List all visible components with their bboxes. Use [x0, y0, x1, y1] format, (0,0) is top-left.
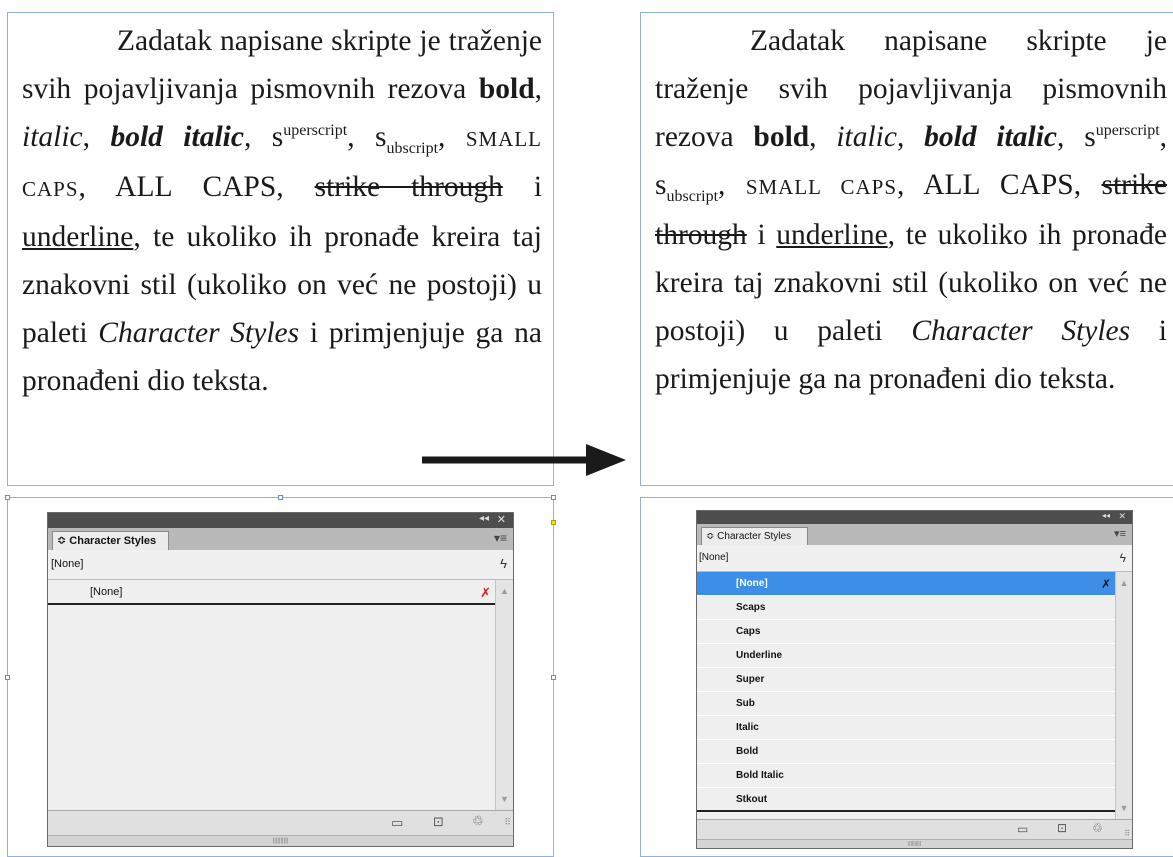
style-label: [None]: [736, 578, 768, 589]
palette-name-run: Character Styles: [911, 315, 1131, 347]
all-caps-run: ALL CAPS: [923, 169, 1074, 201]
tab-character-styles[interactable]: ≎ Character Styles: [52, 531, 169, 550]
panel-resize-bar[interactable]: ||||||||||: [48, 835, 513, 846]
current-style-label: [None]: [699, 552, 729, 563]
bold-run: bold: [478, 73, 535, 105]
clear-override-icon: ✗: [1100, 577, 1111, 591]
bold-italic-run: bold italic: [924, 121, 1058, 153]
style-label: Italic: [736, 722, 759, 733]
close-icon[interactable]: ✕: [1118, 511, 1126, 522]
close-icon[interactable]: ✕: [497, 513, 506, 526]
double-chevron-left-icon[interactable]: ◂◂: [479, 513, 489, 524]
lightning-bolt-icon[interactable]: ϟ: [1120, 545, 1126, 571]
frame-handle[interactable]: [278, 495, 283, 500]
folder-icon[interactable]: ▭: [391, 815, 403, 831]
panel-titlebar[interactable]: ◂◂ ✕: [697, 511, 1132, 524]
frame-handle[interactable]: [5, 675, 10, 680]
style-label: Stkout: [736, 794, 768, 805]
list-item[interactable]: [None] ✗: [48, 580, 495, 605]
style-label: Caps: [736, 626, 761, 637]
scroll-up-icon[interactable]: ▲: [496, 586, 513, 596]
frame-handle[interactable]: [551, 495, 556, 500]
lightning-bolt-icon[interactable]: ϟ: [500, 550, 507, 578]
style-label: Underline: [736, 650, 783, 661]
trash-icon[interactable]: ♲: [1092, 821, 1103, 835]
paragraph-after: Zadatak napisane skripte je traženje svi…: [655, 25, 1168, 395]
panel-bottom-bar: ▭ ⊡ ♲ ⠿: [697, 819, 1132, 840]
folder-icon[interactable]: ▭: [1017, 822, 1028, 836]
list-item[interactable]: [None] ✗: [697, 572, 1115, 596]
scrollbar[interactable]: ▲ ▼: [1115, 572, 1132, 819]
styles-list: [None] ✗: [48, 580, 496, 810]
superscript-run: uperscript: [1095, 122, 1160, 140]
new-style-icon[interactable]: ⊡: [1057, 821, 1067, 835]
resize-grip-icon[interactable]: ⠿: [1124, 829, 1130, 838]
tab-arrows-icon: ≎: [57, 535, 67, 547]
all-caps-run: ALL CAPS: [115, 171, 277, 203]
subscript-run: ubscript: [666, 187, 719, 205]
new-style-icon[interactable]: ⊡: [433, 814, 444, 830]
list-item[interactable]: Bold Italic: [697, 764, 1115, 788]
italic-run: italic: [836, 121, 897, 153]
panel-resize-bar[interactable]: ||||||||||: [697, 839, 1132, 848]
current-style-bar: [None] ϟ: [48, 550, 513, 580]
arrow-right-icon: [422, 444, 626, 476]
palette-name-run: Character Styles: [98, 317, 300, 349]
panel-tab-row: ≎ Character Styles ▾≡: [48, 528, 513, 550]
style-label: Scaps: [736, 602, 766, 613]
tab-label: Character Styles: [717, 531, 792, 542]
style-label: Sub: [736, 698, 755, 709]
double-chevron-left-icon[interactable]: ◂◂: [1102, 511, 1110, 520]
tab-character-styles[interactable]: ≎ Character Styles: [701, 527, 808, 545]
trash-icon[interactable]: ♲: [472, 813, 484, 829]
paragraph-before: Zadatak napisane skripte je traženje svi…: [22, 25, 543, 397]
small-caps-run: SMALL CAPS: [745, 175, 898, 199]
scrollbar[interactable]: ▲ ▼: [495, 580, 513, 810]
scroll-down-icon[interactable]: ▼: [496, 794, 513, 804]
frame-handle[interactable]: [551, 520, 556, 525]
character-styles-panel-after: ◂◂ ✕ ≎ Character Styles ▾≡ [None] ϟ [Non…: [696, 510, 1133, 849]
strike-run: strike through: [314, 171, 503, 203]
subscript-run: ubscript: [386, 139, 439, 157]
style-label: Bold: [736, 746, 759, 757]
clear-override-icon: ✗: [480, 585, 491, 600]
bold-italic-run: bold italic: [110, 121, 244, 153]
frame-handle[interactable]: [551, 675, 556, 680]
list-item[interactable]: Italic: [697, 716, 1115, 740]
panel-tab-row: ≎ Character Styles ▾≡: [697, 524, 1132, 545]
scroll-down-icon[interactable]: ▼: [1116, 803, 1132, 813]
panel-bottom-bar: ▭ ⊡ ♲ ⠿: [48, 810, 513, 836]
tab-label: Character Styles: [69, 535, 157, 547]
style-label: [None]: [90, 586, 123, 598]
list-item[interactable]: Caps: [697, 620, 1115, 644]
current-style-bar: [None] ϟ: [697, 545, 1132, 572]
list-item[interactable]: Sub: [697, 692, 1115, 716]
underline-run: underline: [776, 219, 888, 251]
text-run: Zadatak napisane skripte je traženje svi…: [22, 25, 542, 105]
underline-run: underline: [22, 221, 134, 253]
bold-run: bold: [753, 121, 810, 153]
list-item[interactable]: Underline: [697, 644, 1115, 668]
list-item[interactable]: Scaps: [697, 596, 1115, 620]
character-styles-panel-before: ◂◂ ✕ ≎ Character Styles ▾≡ [None] ϟ [Non…: [47, 512, 514, 847]
tab-arrows-icon: ≎: [706, 531, 715, 542]
styles-list: [None] ✗ Scaps Caps Underline Super Sub …: [697, 572, 1116, 819]
superscript-run: uperscript: [283, 122, 348, 140]
style-label: Super: [736, 674, 765, 685]
scroll-up-icon[interactable]: ▲: [1116, 578, 1132, 588]
panel-menu-icon[interactable]: ▾≡: [494, 531, 507, 545]
panel-titlebar[interactable]: ◂◂ ✕: [48, 513, 513, 528]
list-item[interactable]: Bold: [697, 740, 1115, 764]
panel-menu-icon[interactable]: ▾≡: [1114, 527, 1126, 540]
resize-grip-icon[interactable]: ⠿: [504, 817, 511, 828]
style-label: Bold Italic: [736, 770, 784, 781]
list-item[interactable]: Stkout: [697, 788, 1115, 812]
current-style-label: [None]: [51, 558, 84, 570]
list-item[interactable]: Super: [697, 668, 1115, 692]
frame-handle[interactable]: [5, 495, 10, 500]
italic-run: italic: [22, 121, 83, 153]
